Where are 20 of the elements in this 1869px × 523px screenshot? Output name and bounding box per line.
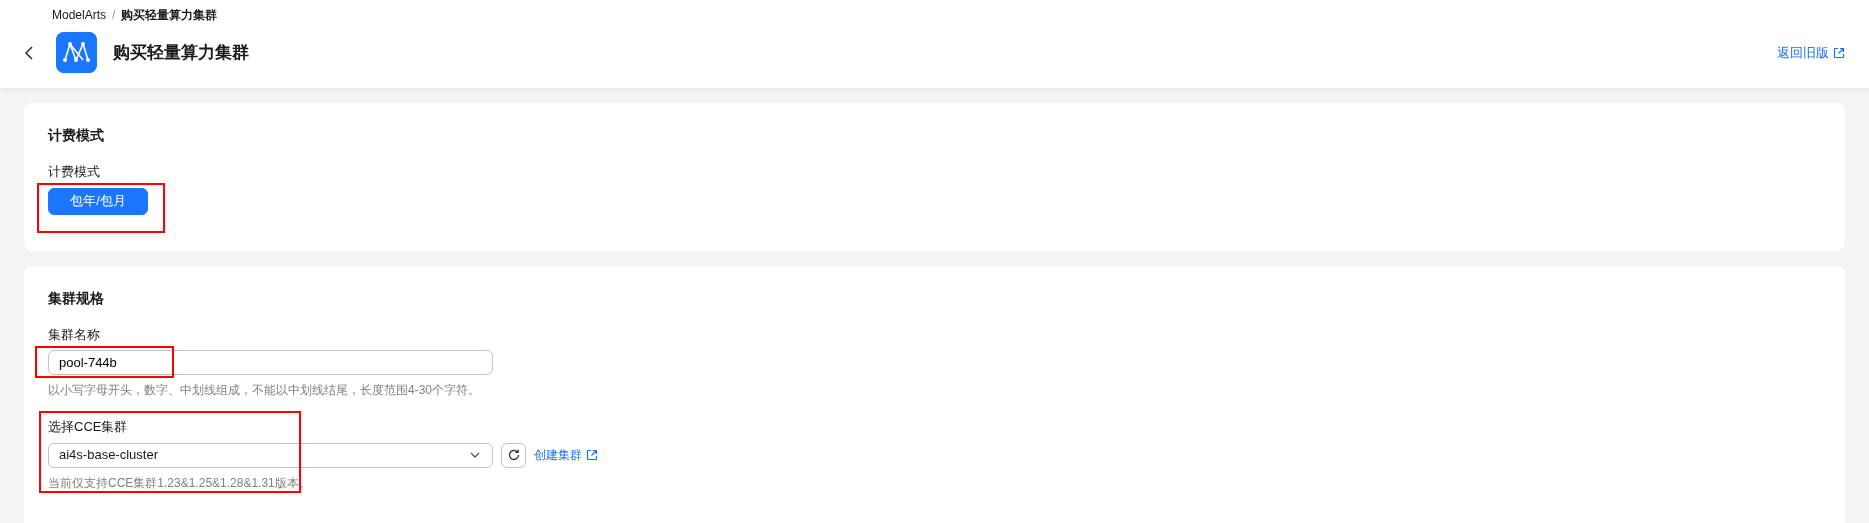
external-link-icon <box>586 449 598 461</box>
old-version-link[interactable]: 返回旧版 <box>1777 42 1845 63</box>
section-title: 计费模式 <box>48 126 105 145</box>
refresh-icon <box>506 448 521 462</box>
create-cluster-link[interactable]: 创建集群 <box>534 446 598 464</box>
billing-option[interactable]: 包年/包月 <box>48 187 148 215</box>
field-label: 计费模式 <box>48 163 100 181</box>
section-title: 集群规格 <box>48 288 105 308</box>
breadcrumb-link[interactable]: ModelArts <box>52 6 107 24</box>
name-input-field[interactable]: pool-744b <box>48 350 493 375</box>
page-title: 购买轻量算力集群 <box>113 41 249 64</box>
external-link-icon <box>1833 46 1845 59</box>
breadcrumb-separator: / <box>112 7 116 24</box>
field-label: 选择CCE集群 <box>48 418 128 436</box>
cluster-select[interactable]: ai4s-base-cluster <box>48 442 493 468</box>
breadcrumb-current: 购买轻量算力集群 <box>121 7 218 24</box>
refresh-button[interactable] <box>501 442 526 468</box>
field-label: 集群名称 <box>48 325 100 344</box>
field-hint: 以小写字母开头，数字、中划线组成，不能以中划线结尾，长度范围4-30个字符。 <box>48 382 481 399</box>
app-logo-icon <box>56 32 97 73</box>
